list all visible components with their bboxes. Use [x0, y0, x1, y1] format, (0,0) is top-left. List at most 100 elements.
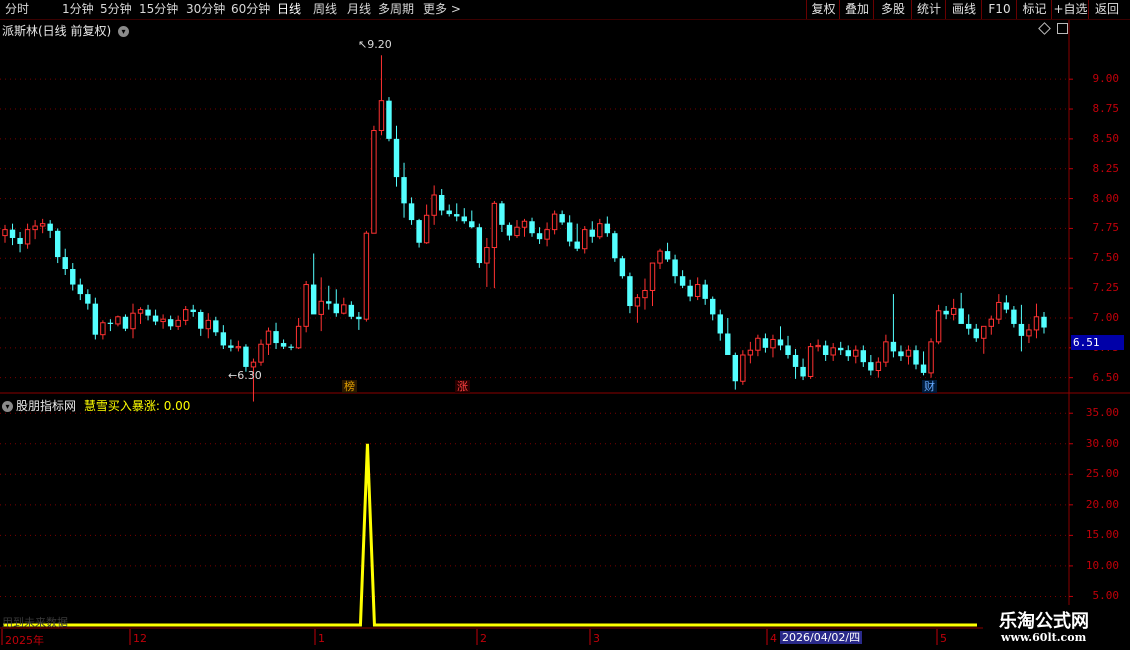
candle-body-down: [845, 350, 851, 357]
future-data-note: 用到未来数据: [2, 616, 68, 629]
candle-body-up: [295, 325, 302, 349]
candle-body-down: [777, 339, 784, 346]
candle-body-down: [687, 285, 693, 297]
candle-body-up: [265, 330, 272, 345]
candle-body-up: [318, 300, 324, 315]
candle-body-up: [694, 284, 701, 297]
candle-body-down: [401, 177, 407, 204]
candle-body-down: [664, 251, 671, 260]
candle-body-up: [378, 100, 385, 132]
candle-body-up: [875, 361, 882, 372]
watermark: 乐淘公式网 www.60lt.com: [983, 605, 1130, 650]
candle-body-down: [145, 309, 151, 316]
candle-body-down: [17, 237, 23, 244]
date-label: 3: [593, 632, 600, 645]
candle-body-down: [973, 328, 979, 339]
candle-body-up: [770, 338, 776, 349]
candle-body-up: [205, 319, 211, 330]
candle-body-up: [807, 346, 814, 377]
low-price-label: ←6.30: [228, 369, 262, 382]
candle-body-down: [220, 332, 227, 346]
candle-body-down: [243, 346, 249, 367]
candle-body-down: [416, 220, 422, 243]
candle-body-down: [574, 241, 580, 249]
candle-body-down: [506, 224, 513, 236]
date-label: 2025年: [5, 634, 44, 647]
candle-body-down: [280, 343, 287, 347]
candle-body-up: [755, 337, 761, 351]
price-tick-label: 7.75: [1092, 221, 1120, 235]
candle-body-down: [536, 233, 543, 240]
candle-body-up: [137, 309, 144, 314]
candle-body-down: [710, 298, 716, 315]
candle-body-down: [1018, 323, 1025, 336]
candle-body-up: [551, 213, 558, 231]
candle-body-down: [333, 303, 339, 314]
indicator-line: [3, 443, 977, 627]
candle-body-up: [491, 202, 498, 249]
chevron-down-icon[interactable]: ▾: [2, 401, 13, 412]
candle-body-up: [2, 229, 8, 237]
marker-bang[interactable]: 榜: [342, 380, 357, 393]
candle-body-down: [152, 315, 159, 322]
candle-body-up: [582, 229, 588, 250]
candle-body-up: [905, 349, 912, 357]
candlestick-chart[interactable]: [0, 0, 1130, 650]
candle-body-up: [1033, 316, 1040, 331]
low-value: 6.30: [237, 369, 262, 382]
candle-body-down: [438, 194, 445, 211]
price-tick-label: 8.25: [1092, 161, 1120, 175]
candle-body-down: [604, 223, 611, 234]
candle-body-down: [356, 316, 362, 320]
candle-body-up: [423, 214, 430, 244]
indicator-tick-label: 25.00: [1085, 467, 1119, 481]
arrow-left-icon: ↖: [358, 38, 368, 51]
indicator-title[interactable]: ▾ 股朋指标网 慧雪买入暴涨: 0.00: [2, 397, 190, 414]
date-label: 12: [133, 632, 147, 645]
candle-body-up: [258, 343, 264, 363]
candle-body-up: [303, 284, 309, 327]
candle-body-down: [702, 284, 708, 299]
candle-body-down: [461, 216, 467, 222]
price-tick-label: 7.50: [1092, 251, 1120, 265]
price-tick-label: 8.00: [1092, 191, 1120, 205]
candle-body-down: [348, 304, 355, 317]
candle-body-down: [890, 341, 897, 352]
candle-body-down: [70, 269, 76, 285]
candle-body-up: [182, 309, 189, 321]
high-price-label: ↖9.20: [358, 38, 392, 51]
candle-body-down: [792, 354, 799, 367]
candle-body-down: [920, 364, 927, 373]
current-price-badge: 6.51: [1071, 335, 1124, 350]
marker-zhang[interactable]: 涨: [455, 380, 470, 393]
marker-cai[interactable]: 财: [922, 380, 937, 393]
price-tick-label: 9.00: [1092, 72, 1120, 86]
selected-date: 2026/04/02/四: [780, 631, 863, 644]
candle-body-down: [860, 350, 867, 363]
candle-body-down: [9, 229, 16, 238]
candle-body-down: [273, 331, 279, 344]
candle-body-up: [115, 316, 121, 325]
candle-body-down: [822, 345, 829, 355]
candle-body-down: [446, 210, 452, 215]
indicator-tick-label: 10.00: [1085, 558, 1119, 572]
candle-body-down: [476, 227, 483, 264]
candle-body-up: [24, 229, 31, 245]
candle-body-down: [943, 310, 949, 315]
candle-body-down: [627, 276, 633, 307]
candle-body-up: [39, 223, 46, 227]
candle-body-down: [454, 214, 460, 217]
candle-body-up: [100, 322, 106, 336]
indicator-tick-label: 20.00: [1085, 497, 1119, 511]
candle-body-up: [657, 250, 663, 264]
candle-body-down: [190, 309, 196, 313]
price-tick-label: 8.75: [1092, 102, 1120, 116]
candle-body-up: [988, 318, 995, 327]
candle-body-up: [371, 130, 377, 234]
candle-body-up: [642, 290, 648, 299]
candle-body-down: [386, 100, 392, 139]
candle-body-down: [167, 319, 174, 327]
candle-body-down: [92, 303, 99, 335]
candle-body-down: [198, 312, 204, 329]
candle-body-down: [619, 258, 626, 277]
